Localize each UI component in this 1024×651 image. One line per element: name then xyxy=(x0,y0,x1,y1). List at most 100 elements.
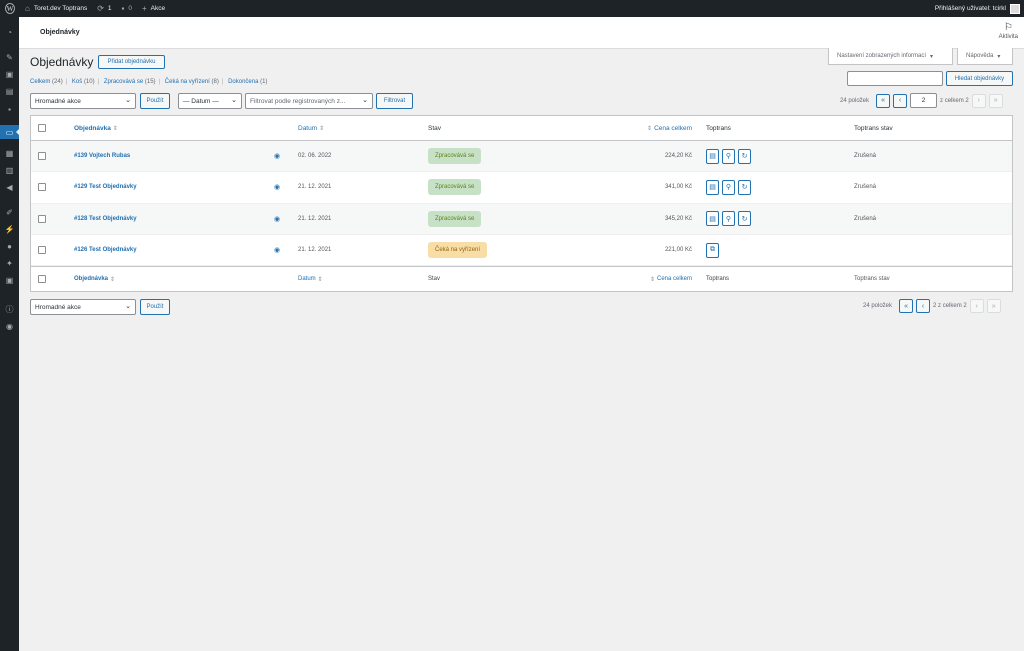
settings-icon[interactable]: ▣ xyxy=(0,273,19,287)
first-page-button[interactable]: « xyxy=(876,93,891,108)
view-on-hold[interactable]: Čeká na vyřízení xyxy=(165,79,210,85)
column-order[interactable]: Objednávka ⇕ xyxy=(74,116,120,140)
document-icon[interactable]: ▤ xyxy=(706,179,719,195)
dashboard-icon[interactable]: ◔ xyxy=(0,25,19,39)
caret-down-icon: ▾ xyxy=(930,53,934,60)
avatar xyxy=(1010,3,1020,14)
refresh-icon[interactable]: ↻ xyxy=(738,179,751,195)
document-icon[interactable]: ▤ xyxy=(706,211,719,227)
screen-options-button[interactable]: Nastavení zobrazených informací ▾ xyxy=(828,48,953,65)
toptrans-actions: ▤ ⚲ ↻ xyxy=(706,204,751,234)
chevron-down-icon: ⌄ xyxy=(362,97,368,104)
media-icon[interactable]: ▣ xyxy=(0,67,19,81)
column-order[interactable]: Objednávka ⇕ xyxy=(74,267,117,291)
order-total: 345,20 Kč xyxy=(664,215,692,222)
posts-pin-icon[interactable]: ✎ xyxy=(0,50,19,64)
apply-bulk-button-bottom[interactable]: Použít xyxy=(140,299,170,315)
order-search-input[interactable] xyxy=(847,71,943,86)
marketing-icon[interactable]: ◀ xyxy=(0,180,19,194)
help-button[interactable]: Nápověda ▾ xyxy=(957,48,1013,65)
order-link[interactable]: #129 Test Objednávky xyxy=(74,172,137,202)
view-trash[interactable]: Koš xyxy=(72,79,82,85)
row-checkbox[interactable] xyxy=(38,235,46,265)
preview-eye-icon[interactable]: ◉ xyxy=(274,204,280,234)
search-orders-button[interactable]: Hledat objednávky xyxy=(946,71,1013,86)
customer-filter-select[interactable]: Filtrovat podle registrovaných z... ⌄ xyxy=(245,93,373,109)
order-link[interactable]: #139 Vojtech Rubas xyxy=(74,141,130,171)
search-icon[interactable]: ⚲ xyxy=(722,179,735,195)
refresh-icon[interactable]: ↻ xyxy=(738,211,751,227)
order-link[interactable]: #126 Test Objednávky xyxy=(74,235,137,265)
order-total: 341,00 Kč xyxy=(664,184,692,191)
first-page-button[interactable]: « xyxy=(899,299,914,313)
my-account-link[interactable]: Přihlášený uživatel: tcirkl xyxy=(930,0,1024,17)
order-link[interactable]: #128 Test Objednávky xyxy=(74,204,137,234)
prev-page-button[interactable]: ‹ xyxy=(893,93,908,108)
table-row[interactable]: #139 Vojtech Rubas ◉ 02. 06. 2022 Zpraco… xyxy=(31,141,1012,173)
admin-bar: W ⌂ Toret.dev Toptrans ⟳ 1 ▪ 0 + Akce Př… xyxy=(0,0,1024,17)
wordpress-logo-icon[interactable]: W xyxy=(0,0,20,17)
bulk-action-select-bottom[interactable]: Hromadné akce ⌄ xyxy=(30,299,136,315)
woocommerce-header: Objednávky ⚐ Aktivita xyxy=(19,17,1024,49)
site-name-link[interactable]: ⌂ Toret.dev Toptrans xyxy=(20,0,92,17)
column-total[interactable]: ⇕ Cena celkem xyxy=(591,116,692,140)
comment-icon: ▪ xyxy=(121,4,125,13)
updates-link[interactable]: ⟳ 1 xyxy=(92,0,116,17)
preview-eye-icon[interactable]: ◉ xyxy=(274,141,280,171)
appearance-icon[interactable]: ✐ xyxy=(0,205,19,219)
select-all-checkbox-footer[interactable] xyxy=(38,267,46,291)
column-date[interactable]: Datum ⇕ xyxy=(298,267,325,291)
prev-page-button[interactable]: ‹ xyxy=(916,299,931,313)
last-page-button[interactable]: » xyxy=(986,299,1001,313)
items-count: 24 položek xyxy=(840,97,870,104)
view-all[interactable]: Celkem xyxy=(30,79,50,85)
column-toptrans-state: Toptrans stav xyxy=(854,276,890,283)
comments-link[interactable]: ▪ 0 xyxy=(117,0,137,17)
add-order-button[interactable]: Přidat objednávku xyxy=(98,55,165,69)
date-filter-select[interactable]: — Datum — ⌄ xyxy=(178,93,242,109)
filter-button[interactable]: Filtrovat xyxy=(376,93,413,109)
next-page-button[interactable]: › xyxy=(971,93,986,108)
column-date[interactable]: Datum ⇕ xyxy=(298,116,326,140)
sort-icon: ⇕ xyxy=(649,276,655,283)
products-icon[interactable]: ▦ xyxy=(0,146,19,160)
comments-icon[interactable]: ▪ xyxy=(0,102,19,116)
row-checkbox[interactable] xyxy=(38,141,46,171)
next-page-button[interactable]: › xyxy=(969,299,984,313)
row-checkbox[interactable] xyxy=(38,204,46,234)
plugins-icon[interactable]: ⚡ xyxy=(0,222,19,236)
chevron-down-icon: ⌄ xyxy=(231,97,237,104)
preview-eye-icon[interactable]: ◉ xyxy=(274,235,280,265)
view-completed[interactable]: Dokončena xyxy=(228,79,258,85)
export-icon[interactable]: ⧉ xyxy=(706,242,719,258)
bulk-action-select-top[interactable]: Hromadné akce ⌄ xyxy=(30,93,136,109)
activity-button[interactable]: ⚐ Aktivita xyxy=(999,22,1018,40)
column-status: Stav xyxy=(428,276,441,283)
analytics-icon[interactable]: ▥ xyxy=(0,163,19,177)
select-all-checkbox[interactable] xyxy=(38,116,46,140)
users-icon[interactable]: ● xyxy=(0,239,19,253)
last-page-button[interactable]: » xyxy=(988,93,1003,108)
new-content-link[interactable]: + Akce xyxy=(137,0,170,17)
apply-bulk-button-top[interactable]: Použít xyxy=(140,93,170,109)
woocommerce-icon[interactable]: ▭ xyxy=(0,125,19,139)
search-icon[interactable]: ⚲ xyxy=(722,211,735,227)
column-total[interactable]: ⇕ Cena celkem xyxy=(591,267,692,291)
pages-icon[interactable]: ▤ xyxy=(0,84,19,98)
info-icon[interactable]: ⓘ xyxy=(0,302,19,316)
tools-icon[interactable]: ✦ xyxy=(0,256,19,270)
preview-eye-icon[interactable]: ◉ xyxy=(274,172,280,202)
collapse-menu-icon[interactable]: ◉ xyxy=(0,319,19,333)
table-row[interactable]: #129 Test Objednávky ◉ 21. 12. 2021 Zpra… xyxy=(31,172,1012,204)
flag-icon: ⚐ xyxy=(1003,22,1013,33)
column-toptrans-state: Toptrans stav xyxy=(854,124,893,132)
table-row[interactable]: #128 Test Objednávky ◉ 21. 12. 2021 Zpra… xyxy=(31,203,1012,235)
view-processing[interactable]: Zpracovává se xyxy=(104,79,143,85)
table-row[interactable]: #126 Test Objednávky ◉ 21. 12. 2021 Čeká… xyxy=(31,235,1012,267)
refresh-icon[interactable]: ↻ xyxy=(738,148,751,164)
document-icon[interactable]: ▤ xyxy=(706,148,719,164)
search-icon[interactable]: ⚲ xyxy=(722,148,735,164)
chevron-down-icon: ⌄ xyxy=(125,303,131,310)
current-page-input[interactable]: 2 xyxy=(910,93,938,108)
row-checkbox[interactable] xyxy=(38,172,46,202)
